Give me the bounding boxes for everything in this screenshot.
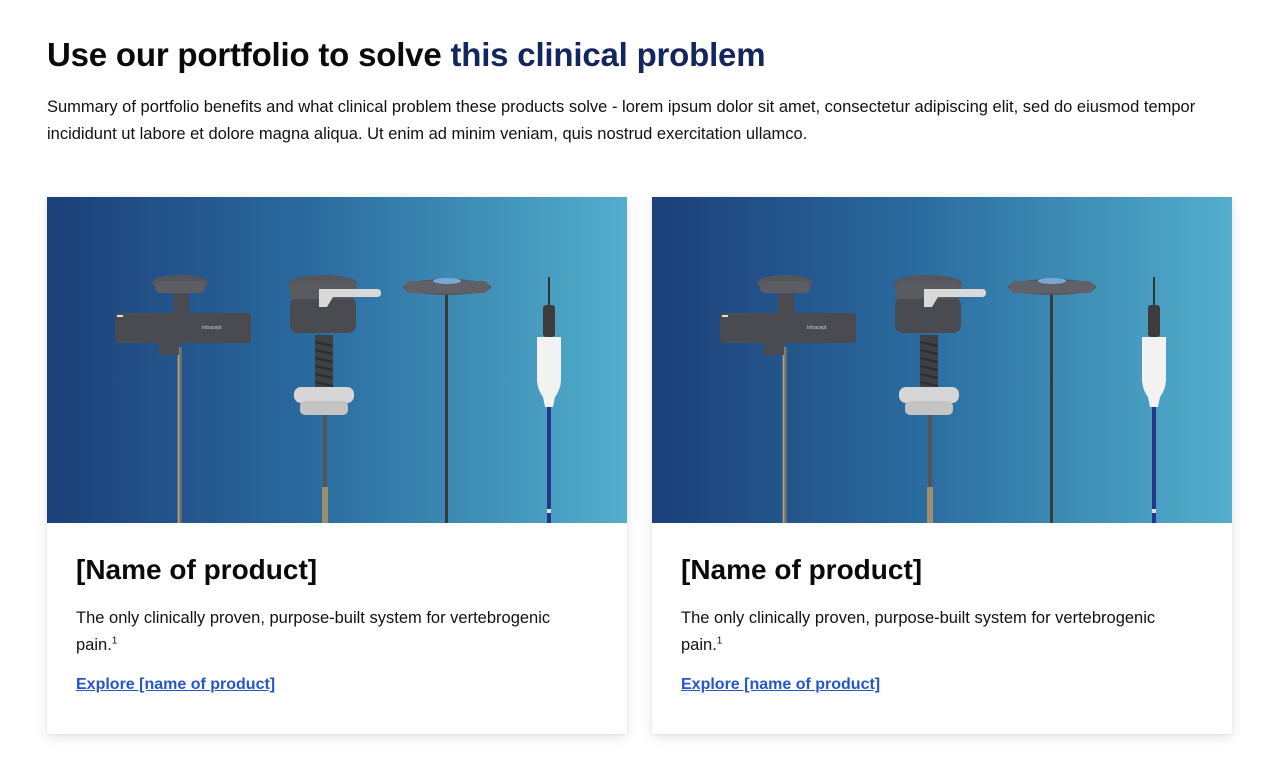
- heading-part-1: Use our portfolio to solve: [47, 36, 451, 73]
- intracept-devices-illustration: Intracept: [115, 275, 561, 523]
- product-image: Intracept: [47, 197, 627, 523]
- stylet: [403, 278, 491, 523]
- product-title: [Name of product]: [76, 554, 318, 585]
- section-heading: Use our portfolio to solve this clinical…: [47, 36, 766, 74]
- card-body: [Name of product] The only clinically pr…: [681, 553, 1201, 694]
- threaded-cannula: [289, 275, 381, 523]
- card-body: [Name of product] The only clinically pr…: [76, 553, 596, 694]
- product-description: The only clinically proven, purpose-buil…: [76, 605, 596, 659]
- image-brand-label: Intracept: [202, 325, 222, 331]
- product-image: Intracept: [652, 197, 1232, 523]
- heading-part-2: this clinical problem: [450, 36, 766, 73]
- product-card: Intracept [Name of product] The only cli…: [47, 197, 627, 734]
- intracept-devices-illustration: Intracept: [720, 275, 1166, 523]
- footnote-marker: 1: [716, 635, 723, 647]
- t-handle-introducer: Intracept: [720, 275, 856, 523]
- product-description-text: The only clinically proven, purpose-buil…: [681, 609, 1156, 654]
- product-description-text: The only clinically proven, purpose-buil…: [76, 609, 551, 654]
- threaded-cannula: [894, 275, 986, 523]
- probe: [537, 277, 561, 523]
- section-summary: Summary of portfolio benefits and what c…: [47, 98, 1196, 143]
- product-description: The only clinically proven, purpose-buil…: [681, 605, 1201, 659]
- footnote-marker: 1: [111, 635, 118, 647]
- product-title: [Name of product]: [681, 554, 923, 585]
- stylet: [1008, 278, 1096, 523]
- explore-product-link[interactable]: Explore [name of product]: [76, 676, 275, 694]
- explore-product-link[interactable]: Explore [name of product]: [681, 676, 880, 694]
- image-brand-label: Intracept: [807, 325, 827, 331]
- portfolio-section: Use our portfolio to solve this clinical…: [0, 0, 1280, 780]
- t-handle-introducer: Intracept: [115, 275, 251, 523]
- product-card: Intracept [Name of product] The only cli…: [652, 197, 1232, 734]
- probe: [1142, 277, 1166, 523]
